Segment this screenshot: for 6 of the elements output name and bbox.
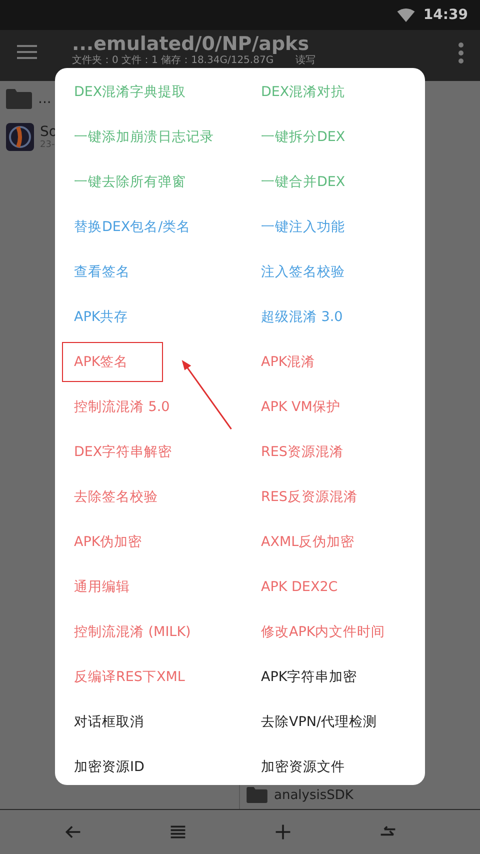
access-mode: 读写 [296, 55, 316, 66]
file-name: analysisSDK [274, 788, 354, 802]
clock-time: 14:39 [423, 7, 468, 23]
storage-info: 文件夹：0 文件：1 储存：18.34G/125.87G [72, 55, 274, 66]
path-title: ...emulated/0/NP/apks [72, 33, 310, 55]
file-name: ... [38, 91, 52, 107]
